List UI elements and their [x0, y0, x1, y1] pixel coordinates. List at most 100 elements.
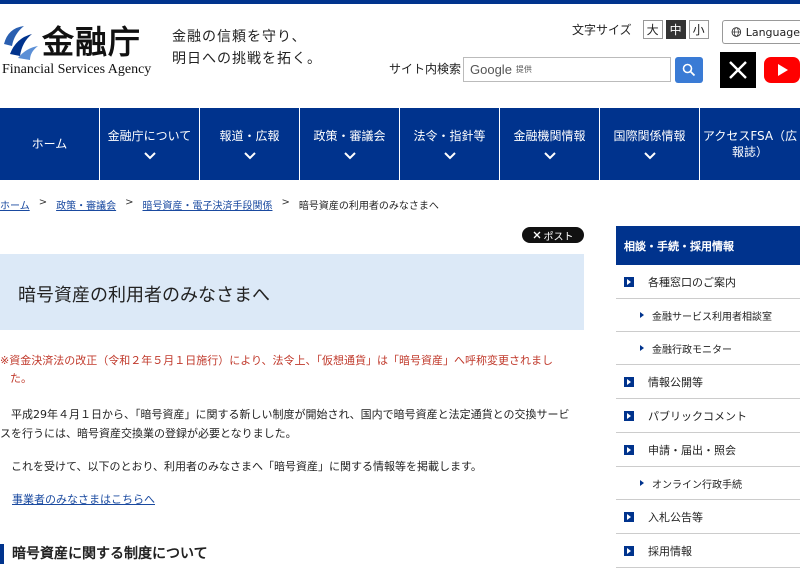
sidebar-item-bids[interactable]: 入札公告等 [616, 500, 800, 534]
arrow-square-icon [624, 410, 634, 421]
sidebar-item-contact-windows[interactable]: 各種窓口のご案内 [616, 265, 800, 299]
breadcrumb-link-crypto[interactable]: 暗号資産・電子決済手段関係 [142, 197, 272, 212]
org-name: 金融庁 [42, 23, 142, 61]
arrow-square-icon [624, 444, 634, 455]
breadcrumb-current: 暗号資産の利用者のみなさまへ [298, 201, 439, 212]
nav-item-label: アクセスFSA（広報誌） [702, 129, 798, 159]
nav-item-label: 報道・広報 [219, 129, 280, 143]
chevron-down-icon [643, 152, 656, 160]
triangle-right-icon [640, 312, 644, 318]
sidebar-item-online-procedures[interactable]: オンライン行政手続 [616, 467, 800, 500]
sidebar-item-label: 入札公告等 [648, 510, 703, 524]
nav-item-label: 国際関係情報 [613, 129, 686, 143]
sidebar-item-admin-monitor[interactable]: 金融行政モニター [616, 332, 800, 365]
sidebar-item-label: オンライン行政手続 [652, 479, 742, 491]
tagline-line2: 明日への挑戦を拓く。 [172, 51, 322, 67]
intro-line2: スを行うには、暗号資産交換業の登録が必要となりました。 [0, 427, 297, 440]
nav-item-policy[interactable]: 政策・審議会 [300, 108, 400, 180]
font-size-switcher: 文字サイズ 大 中 小 [572, 20, 709, 39]
note-line2: た。 [10, 372, 32, 385]
nav-item-label: 金融機関情報 [513, 129, 586, 143]
x-logo-icon [729, 61, 747, 79]
page-title-box: 暗号資産の利用者のみなさまへ [0, 254, 584, 330]
post-label: ポスト [543, 231, 574, 243]
chevron-down-icon [443, 152, 456, 160]
search-placeholder-sub: 提供 [515, 65, 532, 74]
search-placeholder-brand: Google [470, 62, 512, 77]
search-button[interactable] [675, 57, 703, 83]
sidebar-item-applications[interactable]: 申請・届出・照会 [616, 433, 800, 467]
breadcrumb-separator: > [281, 197, 290, 208]
nav-item-institutions[interactable]: 金融機関情報 [500, 108, 600, 180]
sidebar-item-public-comment[interactable]: パブリックコメント [616, 399, 800, 433]
nav-item-laws[interactable]: 法令・指針等 [400, 108, 500, 180]
youtube-link[interactable] [764, 54, 800, 86]
sidebar-item-label: 金融行政モニター [652, 344, 732, 356]
business-operators-link[interactable]: 事業者のみなさまはこちらへ [12, 491, 155, 507]
section-heading: 暗号資産に関する制度について [0, 544, 208, 564]
sidebar-item-recruitment[interactable]: 採用情報 [616, 534, 800, 568]
font-size-medium-button[interactable]: 中 [665, 20, 686, 39]
chevron-down-icon [543, 152, 556, 160]
breadcrumb: ホーム > 政策・審議会 > 暗号資産・電子決済手段関係 > 暗号資産の利用者の… [0, 197, 439, 212]
nav-item-press[interactable]: 報道・広報 [200, 108, 300, 180]
x-logo-icon [533, 231, 540, 239]
breadcrumb-link-policy[interactable]: 政策・審議会 [56, 197, 116, 212]
fsa-logo-mark-icon [4, 26, 38, 60]
nav-item-home[interactable]: ホーム [0, 108, 100, 180]
arrow-square-icon [624, 511, 634, 522]
triangle-right-icon [640, 480, 644, 486]
global-nav: ホーム 金融庁について 報道・広報 政策・審議会 法令・指針等 金融機関情報 国… [0, 108, 800, 180]
breadcrumb-link-home[interactable]: ホーム [0, 197, 30, 212]
sidebar-item-consumer-desk[interactable]: 金融サービス利用者相談室 [616, 299, 800, 332]
sidebar: 相談・手続・採用情報 各種窓口のご案内 金融サービス利用者相談室 金融行政モニタ… [616, 226, 800, 568]
youtube-icon [764, 57, 800, 83]
font-size-large-button[interactable]: 大 [642, 20, 663, 39]
sidebar-item-label: 情報公開等 [648, 375, 703, 389]
rename-note: ※資金決済法の改正（令和２年５月１日施行）により、法令上、「仮想通貨」は「暗号資… [0, 352, 584, 388]
nav-item-access-fsa[interactable]: アクセスFSA（広報誌） [700, 108, 800, 180]
site-header: 金融庁 Financial Services Agency 金融の信頼を守り、 … [0, 4, 800, 108]
sidebar-item-label: 採用情報 [648, 544, 692, 558]
nav-item-label: 金融庁について [107, 129, 192, 143]
tagline: 金融の信頼を守り、 明日への挑戦を拓く。 [172, 26, 322, 70]
sidebar-item-label: パブリックコメント [648, 409, 747, 423]
triangle-right-icon [640, 345, 644, 351]
arrow-square-icon [624, 276, 634, 287]
arrow-square-icon [624, 376, 634, 387]
language-label: Language [745, 25, 800, 39]
sidebar-item-label: 金融サービス利用者相談室 [652, 311, 772, 323]
font-size-small-button[interactable]: 小 [688, 20, 709, 39]
intro-paragraph: 平成29年４月１日から、「暗号資産」に関する新しい制度が開始され、国内で暗号資産… [0, 405, 584, 443]
intro-line1: 平成29年４月１日から、「暗号資産」に関する新しい制度が開始され、国内で暗号資産… [0, 408, 570, 421]
info-paragraph: これを受けて、以下のとおり、利用者のみなさまへ「暗号資産」に関する情報等を掲載し… [0, 460, 482, 473]
site-search-label: サイト内検索 [389, 62, 462, 76]
arrow-square-icon [624, 545, 634, 556]
sidebar-item-disclosure[interactable]: 情報公開等 [616, 365, 800, 399]
site-logo[interactable]: 金融庁 Financial Services Agency [2, 22, 162, 78]
chevron-down-icon [243, 152, 256, 160]
sidebar-heading: 相談・手続・採用情報 [616, 226, 800, 265]
font-size-label: 文字サイズ [572, 23, 632, 37]
nav-item-label: ホーム [31, 137, 68, 151]
chevron-down-icon [343, 152, 356, 160]
search-icon [682, 63, 696, 77]
x-link[interactable] [720, 52, 756, 88]
sidebar-item-label: 申請・届出・照会 [648, 443, 736, 457]
language-button[interactable]: Language [722, 20, 800, 44]
org-name-en: Financial Services Agency [2, 62, 152, 77]
sidebar-item-label: 各種窓口のご案内 [648, 275, 736, 289]
chevron-down-icon [143, 152, 156, 160]
breadcrumb-separator: > [125, 197, 134, 208]
nav-item-label: 法令・指針等 [413, 129, 486, 143]
note-line1: ※資金決済法の改正（令和２年５月１日施行）により、法令上、「仮想通貨」は「暗号資… [0, 354, 554, 367]
nav-item-international[interactable]: 国際関係情報 [600, 108, 700, 180]
page-title: 暗号資産の利用者のみなさまへ [18, 285, 270, 306]
tagline-line1: 金融の信頼を守り、 [172, 29, 307, 45]
nav-item-label: 政策・審議会 [313, 129, 386, 143]
site-search-input[interactable]: Google 提供 [463, 57, 671, 82]
nav-item-about[interactable]: 金融庁について [100, 108, 200, 180]
x-post-button[interactable]: ポスト [522, 227, 584, 243]
globe-icon [731, 27, 742, 37]
breadcrumb-separator: > [38, 197, 48, 208]
